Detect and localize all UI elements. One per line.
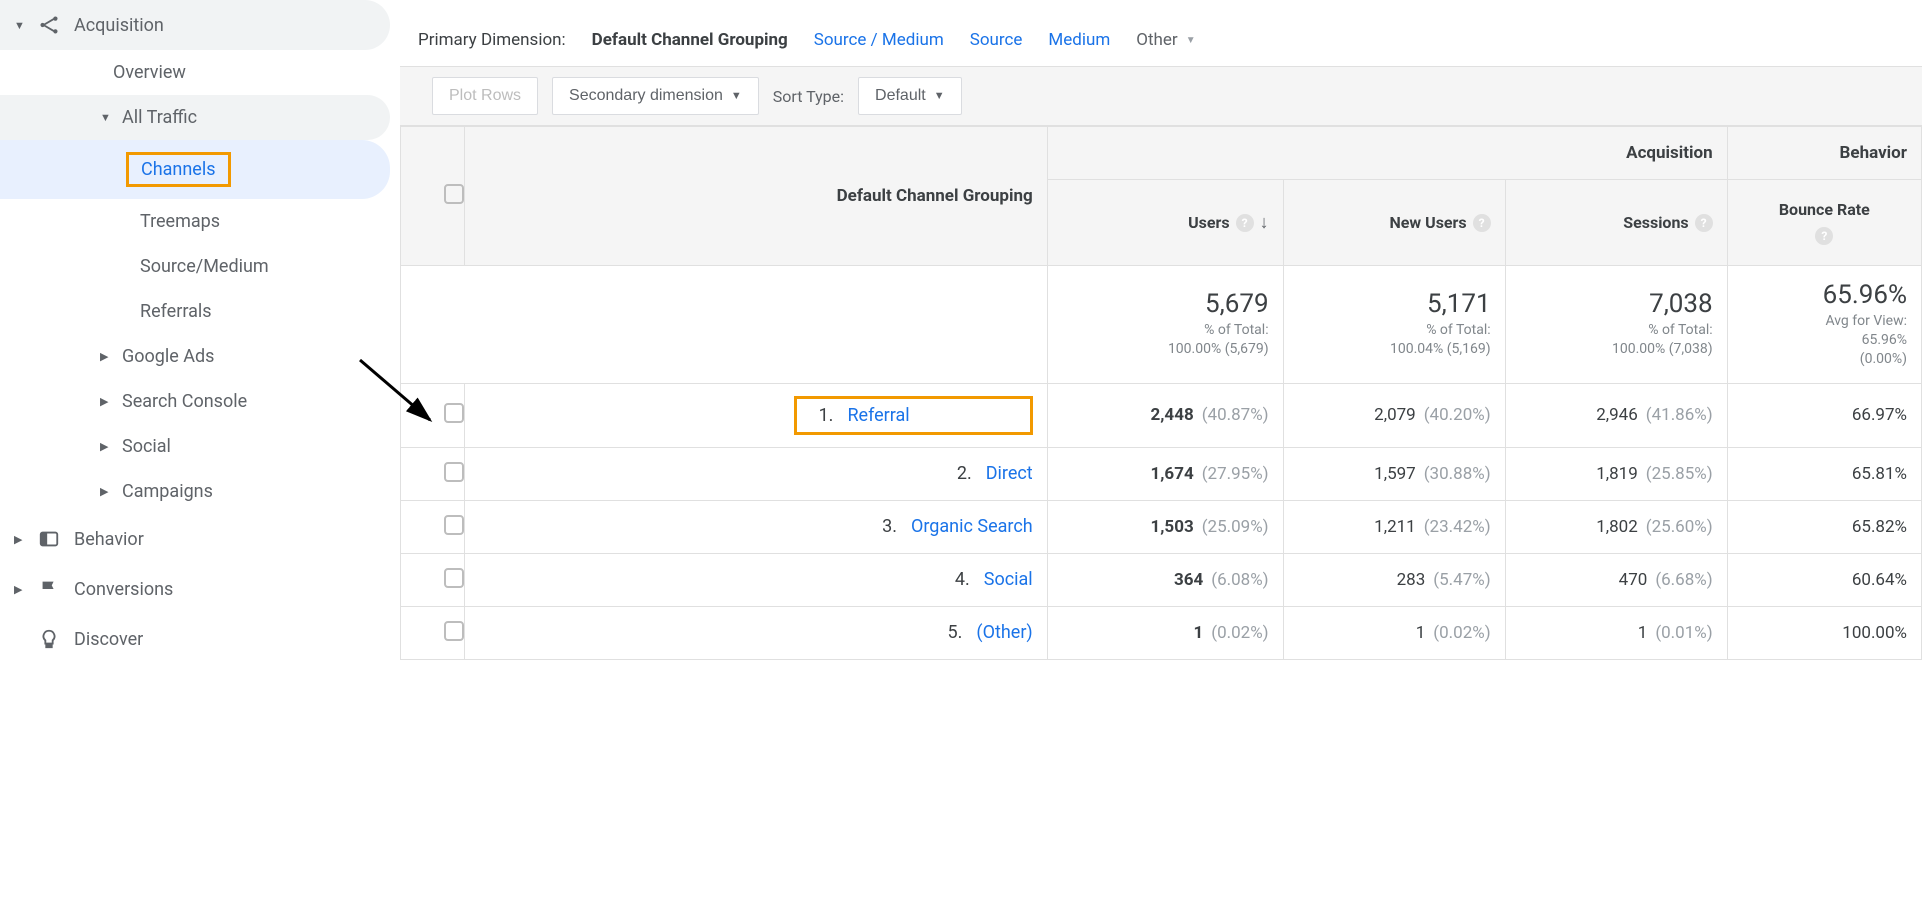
dimension-medium[interactable]: Medium — [1048, 30, 1110, 50]
table-row: 5.(Other) 1(0.02%) 1(0.02%) 1(0.01%) 100… — [401, 606, 1922, 659]
report-table: Default Channel Grouping Acquisition Beh… — [400, 126, 1922, 660]
col-sessions[interactable]: Sessions? — [1505, 180, 1727, 266]
nav-overview[interactable]: Overview — [0, 50, 390, 95]
channel-link[interactable]: Referral — [847, 405, 909, 426]
chevron-down-icon: ▼ — [14, 19, 28, 32]
sort-type-label: Sort Type: — [773, 87, 844, 106]
nav-channels[interactable]: Channels — [0, 140, 390, 199]
primary-dimension-label: Primary Dimension: — [418, 30, 566, 50]
behavior-icon — [36, 528, 62, 550]
lightbulb-icon — [36, 628, 62, 650]
channel-link[interactable]: Organic Search — [911, 516, 1033, 537]
nav-label: Acquisition — [74, 15, 164, 36]
chevron-right-icon: ▶ — [100, 395, 116, 408]
totals-row: 5,679 % of Total:100.00% (5,679) 5,171 %… — [401, 266, 1922, 384]
col-bounce-rate[interactable]: Bounce Rate ? — [1727, 180, 1921, 266]
row-checkbox[interactable] — [444, 515, 464, 535]
nav-sidebar-social[interactable]: ▶Social — [0, 424, 390, 469]
channel-link[interactable]: (Other) — [976, 622, 1032, 643]
nav-treemaps[interactable]: Treemaps — [0, 199, 390, 244]
nav-source-medium[interactable]: Source/Medium — [0, 244, 390, 289]
nav-all-traffic[interactable]: ▼ All Traffic — [0, 95, 390, 140]
select-all-checkbox[interactable] — [444, 184, 464, 204]
nav-campaigns[interactable]: ▶Campaigns — [0, 469, 390, 514]
select-all-header — [401, 127, 465, 266]
flag-icon — [36, 578, 62, 600]
dimension-header[interactable]: Default Channel Grouping — [464, 127, 1047, 266]
chevron-right-icon: ▶ — [14, 583, 28, 596]
row-checkbox[interactable] — [444, 403, 464, 423]
sidebar: ▼ Acquisition Overview ▼ All Traffic Cha… — [0, 0, 400, 664]
total-new-users: 5,171 % of Total:100.04% (5,169) — [1283, 266, 1505, 384]
chevron-down-icon: ▼ — [100, 111, 116, 124]
group-acquisition: Acquisition — [1047, 127, 1727, 180]
help-icon[interactable]: ? — [1236, 214, 1254, 232]
help-icon[interactable]: ? — [1695, 214, 1713, 232]
group-behavior: Behavior — [1727, 127, 1921, 180]
row-checkbox[interactable] — [444, 621, 464, 641]
dimension-active[interactable]: Default Channel Grouping — [592, 30, 788, 50]
main-content: Primary Dimension: Default Channel Group… — [400, 0, 1922, 664]
nav-google-ads[interactable]: ▶Google Ads — [0, 334, 390, 379]
table-toolbar: Plot Rows Secondary dimension ▼ Sort Typ… — [400, 66, 1922, 126]
nav-behavior[interactable]: ▶ Behavior — [0, 514, 400, 564]
chevron-right-icon: ▶ — [14, 533, 28, 546]
channel-link[interactable]: Social — [984, 569, 1033, 590]
sort-desc-icon: ↓ — [1260, 212, 1269, 233]
annotation-highlight: Channels — [126, 152, 231, 187]
row-checkbox[interactable] — [444, 462, 464, 482]
nav-acquisition[interactable]: ▼ Acquisition — [0, 0, 390, 50]
plot-rows-button[interactable]: Plot Rows — [432, 77, 538, 115]
col-new-users[interactable]: New Users? — [1283, 180, 1505, 266]
col-users[interactable]: Users?↓ — [1047, 180, 1283, 266]
chevron-right-icon: ▶ — [100, 485, 116, 498]
nav-discover[interactable]: ▶ Discover — [0, 614, 400, 664]
chevron-down-icon: ▼ — [731, 90, 742, 102]
table-row: 4.Social 364(6.08%) 283(5.47%) 470(6.68%… — [401, 553, 1922, 606]
acquisition-icon — [36, 14, 62, 36]
table-row: 3.Organic Search 1,503(25.09%) 1,211(23.… — [401, 500, 1922, 553]
secondary-dimension-button[interactable]: Secondary dimension ▼ — [552, 77, 759, 115]
total-bounce: 65.96% Avg for View:65.96%(0.00%) — [1727, 266, 1921, 384]
help-icon[interactable]: ? — [1815, 227, 1833, 245]
nav-referrals[interactable]: Referrals — [0, 289, 390, 334]
primary-dimension-bar: Primary Dimension: Default Channel Group… — [400, 0, 1922, 66]
table-row: 1.Referral 2,448(40.87%) 2,079(40.20%) 2… — [401, 383, 1922, 447]
total-sessions: 7,038 % of Total:100.00% (7,038) — [1505, 266, 1727, 384]
dimension-source[interactable]: Source — [970, 30, 1023, 50]
chevron-right-icon: ▶ — [100, 440, 116, 453]
chevron-right-icon: ▶ — [100, 350, 116, 363]
dimension-other[interactable]: Other — [1136, 30, 1195, 50]
row-checkbox[interactable] — [444, 568, 464, 588]
chevron-down-icon: ▼ — [934, 90, 945, 102]
dimension-source-medium[interactable]: Source / Medium — [814, 30, 944, 50]
nav-conversions[interactable]: ▶ Conversions — [0, 564, 400, 614]
table-row: 2.Direct 1,674(27.95%) 1,597(30.88%) 1,8… — [401, 447, 1922, 500]
channel-link[interactable]: Direct — [986, 463, 1033, 484]
total-users: 5,679 % of Total:100.00% (5,679) — [1047, 266, 1283, 384]
help-icon[interactable]: ? — [1473, 214, 1491, 232]
sort-type-button[interactable]: Default ▼ — [858, 77, 962, 115]
nav-search-console[interactable]: ▶Search Console — [0, 379, 390, 424]
